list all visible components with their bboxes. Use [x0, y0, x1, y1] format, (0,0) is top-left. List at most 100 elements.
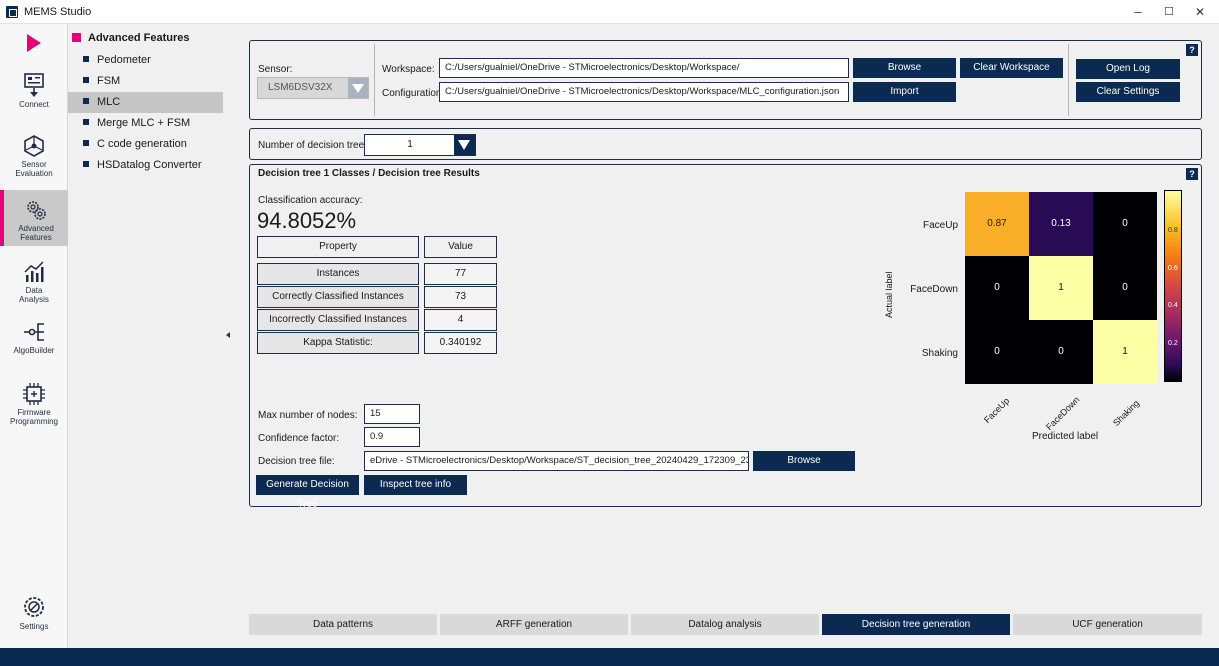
nav-connect[interactable]: Connect — [0, 68, 68, 120]
subnav-header: Advanced Features — [72, 32, 189, 44]
heatmap-cell: 0 — [965, 320, 1029, 384]
maximize-button[interactable]: ☐ — [1154, 2, 1184, 22]
left-navigation: Connect Sensor Evaluation Advanced Featu… — [0, 24, 68, 648]
x-axis-label: Predicted label — [1032, 431, 1099, 442]
inspect-tree-info-button[interactable]: Inspect tree info — [364, 475, 467, 495]
open-log-button[interactable]: Open Log — [1076, 59, 1180, 79]
accuracy-label: Classification accuracy: — [258, 195, 363, 206]
tree-file-label: Decision tree file: — [258, 456, 335, 467]
heatmap-cell: 0 — [1029, 320, 1093, 384]
divider — [374, 44, 375, 116]
connect-icon — [24, 73, 44, 97]
workspace-path-field[interactable]: C:/Users/gualniel/OneDrive - STMicroelec… — [439, 58, 849, 78]
nav-data-analysis[interactable]: Data Analysis — [0, 258, 68, 310]
colorbar-tick: 0.4 — [1168, 302, 1178, 309]
app-logo-icon — [6, 6, 18, 18]
tab-decision-tree-generation[interactable]: Decision tree generation — [822, 614, 1010, 635]
decision-trees-select[interactable]: 1 — [364, 134, 476, 156]
max-nodes-input[interactable]: 15 — [364, 404, 420, 424]
configuration-path-field[interactable]: C:/Users/gualniel/OneDrive - STMicroelec… — [439, 82, 849, 102]
nav-settings[interactable]: Settings — [0, 592, 68, 644]
data-analysis-icon — [24, 261, 44, 282]
colorbar-tick: 0.8 — [1168, 227, 1178, 234]
sensor-evaluation-icon — [24, 135, 44, 157]
nav-sensor-evaluation[interactable]: Sensor Evaluation — [0, 130, 68, 182]
subnav-item-mlc[interactable]: MLC — [68, 92, 223, 113]
table-cell: 77 — [424, 263, 497, 285]
y-axis-label: Actual label — [884, 271, 894, 318]
subnav-item-pedometer[interactable]: Pedometer — [68, 50, 223, 71]
gears-icon — [27, 201, 46, 220]
table-cell: 0.340192 — [424, 332, 497, 354]
sub-navigation: Advanced Features Pedometer FSM MLC Merg… — [68, 24, 223, 648]
tab-datalog-analysis[interactable]: Datalog analysis — [631, 614, 819, 635]
nav-label: AlgoBuilder — [13, 346, 55, 355]
max-nodes-label: Max number of nodes: — [258, 410, 358, 421]
import-button[interactable]: Import — [853, 82, 956, 102]
chevron-down-icon — [348, 78, 368, 98]
title-bar: MEMS Studio – ☐ ✕ — [0, 0, 1219, 24]
subnav-item-hsdatalog-converter[interactable]: HSDatalog Converter — [68, 155, 223, 176]
workspace-label: Workspace: — [382, 64, 435, 75]
heatmap-cell: 0 — [1093, 192, 1157, 256]
nav-algobuilder[interactable]: AlgoBuilder — [0, 318, 68, 368]
nav-label: Advanced Features — [18, 224, 54, 242]
clear-settings-button[interactable]: Clear Settings — [1076, 82, 1180, 102]
tab-data-patterns[interactable]: Data patterns — [249, 614, 437, 635]
generate-decision-tree-button[interactable]: Generate Decision Tree — [256, 475, 359, 510]
chip-icon — [23, 383, 45, 405]
results-title: Decision tree 1 Classes / Decision tree … — [258, 168, 480, 179]
workspace-panel — [249, 40, 1202, 120]
table-header: Value — [424, 236, 497, 258]
tree-file-path-field[interactable]: eDrive - STMicroelectronics/Desktop/Work… — [364, 451, 749, 471]
status-bar — [0, 648, 1219, 666]
heatmap-cell: 1 — [1029, 256, 1093, 320]
table-cell: 4 — [424, 309, 497, 331]
algobuilder-icon — [24, 323, 44, 341]
sensor-select[interactable]: LSM6DSV32X — [257, 77, 369, 99]
heatmap-cell: 0 — [1093, 256, 1157, 320]
heatmap-cell: 1 — [1093, 320, 1157, 384]
collapse-sidebar-icon[interactable] — [226, 332, 230, 338]
confidence-factor-label: Confidence factor: — [258, 433, 340, 444]
close-button[interactable]: ✕ — [1185, 2, 1215, 22]
divider — [1068, 44, 1069, 116]
heatmap-cell: 0.13 — [1029, 192, 1093, 256]
table-cell: Correctly Classified Instances — [257, 286, 419, 308]
table-cell: Instances — [257, 263, 419, 285]
window-title: MEMS Studio — [24, 6, 92, 18]
chevron-down-icon — [454, 135, 475, 155]
row-label: Shaking — [921, 348, 958, 359]
heatmap-cell: 0.87 — [965, 192, 1029, 256]
confidence-factor-input[interactable]: 0.9 — [364, 427, 420, 447]
table-cell: Kappa Statistic: — [257, 332, 419, 354]
nav-advanced-features[interactable]: Advanced Features — [0, 190, 68, 246]
browse-workspace-button[interactable]: Browse — [853, 58, 956, 78]
help-icon[interactable]: ? — [1186, 44, 1198, 56]
table-header: Property — [257, 236, 419, 258]
minimize-button[interactable]: – — [1123, 2, 1153, 22]
configuration-label: Configuration: — [382, 88, 445, 99]
clear-workspace-button[interactable]: Clear Workspace — [960, 58, 1063, 78]
subnav-item-merge-mlc-fsm[interactable]: Merge MLC + FSM — [68, 113, 223, 134]
help-icon[interactable]: ? — [1186, 168, 1198, 180]
subnav-item-c-code-generation[interactable]: C code generation — [68, 134, 223, 155]
nav-firmware-programming[interactable]: Firmware Programming — [0, 380, 68, 436]
colorbar-tick: 0.2 — [1168, 340, 1178, 347]
tab-arff-generation[interactable]: ARFF generation — [440, 614, 628, 635]
settings-icon — [24, 597, 44, 617]
nav-label: Firmware Programming — [9, 408, 58, 426]
colorbar — [1164, 190, 1182, 382]
decision-trees-label: Number of decision trees: — [258, 140, 372, 151]
browse-tree-file-button[interactable]: Browse — [753, 451, 855, 471]
row-label: FaceUp — [922, 220, 958, 231]
tab-ucf-generation[interactable]: UCF generation — [1013, 614, 1202, 635]
row-label: FaceDown — [910, 284, 958, 295]
table-cell: Incorrectly Classified Instances — [257, 309, 419, 331]
subnav-item-fsm[interactable]: FSM — [68, 71, 223, 92]
accuracy-value: 94.8052% — [257, 208, 357, 233]
sensor-label: Sensor: — [258, 64, 293, 75]
nav-label: Settings — [19, 622, 49, 631]
nav-label: Data Analysis — [19, 286, 49, 304]
run-icon[interactable] — [27, 34, 41, 52]
